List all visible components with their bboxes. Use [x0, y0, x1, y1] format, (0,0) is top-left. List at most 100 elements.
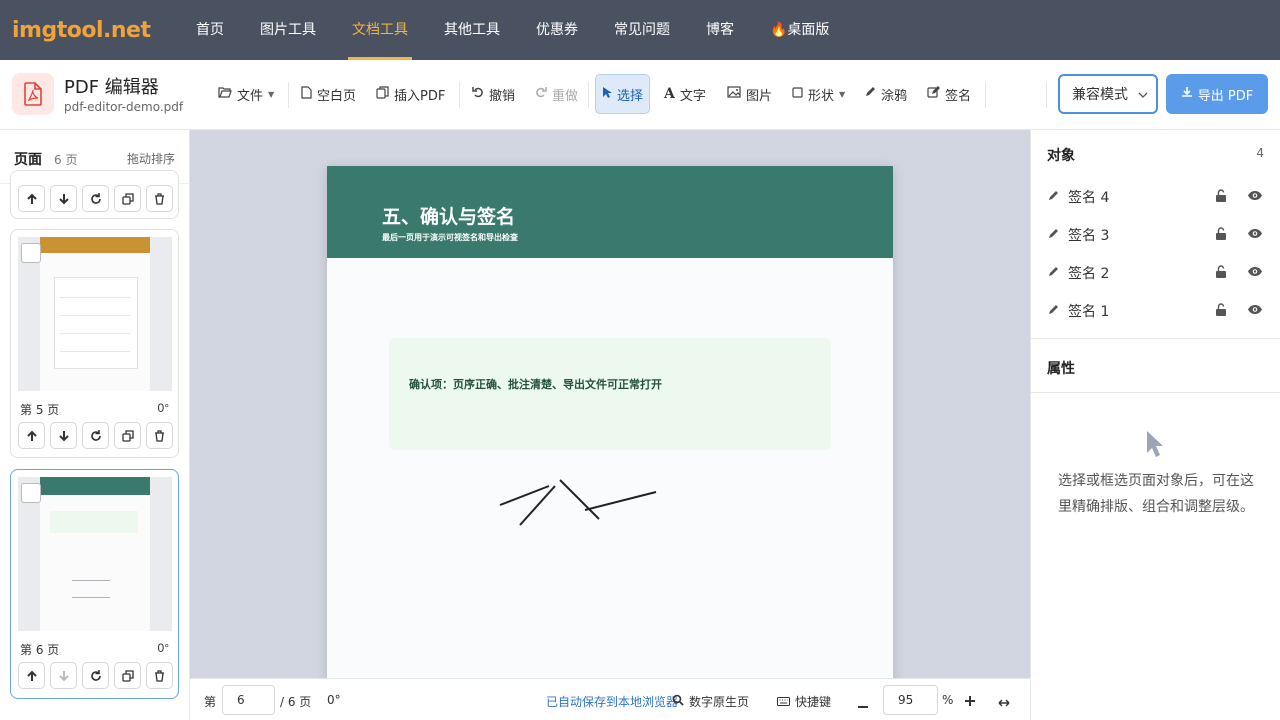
- page-card-actions: [18, 422, 173, 449]
- image-tool-button[interactable]: 图片: [721, 74, 778, 114]
- page-total: / 6 页: [280, 695, 312, 709]
- object-row[interactable]: 签名 1: [1047, 297, 1267, 325]
- text-tool-button[interactable]: A 文字: [658, 74, 712, 114]
- move-up-button[interactable]: [18, 185, 45, 212]
- nav-item-blog[interactable]: 博客: [688, 0, 752, 60]
- nav-item-doc-tools[interactable]: 文档工具: [334, 0, 426, 60]
- draw-tool-button[interactable]: 涂鸦: [858, 74, 913, 114]
- arrow-up-icon: [26, 670, 37, 681]
- shape-tool-button[interactable]: 形状 ▼: [786, 74, 851, 114]
- page-select-checkbox[interactable]: [21, 483, 41, 503]
- confirm-box: 确认项：页序正确、批注清楚、导出文件可正常打开: [389, 338, 831, 450]
- cursor-arrow-icon: [1145, 430, 1165, 462]
- move-down-button[interactable]: [50, 662, 77, 689]
- pointer-icon: [602, 86, 612, 103]
- zoom-unit: %: [942, 693, 954, 707]
- pages-title: 页面: [14, 152, 42, 168]
- pages-count: 6 页: [54, 153, 78, 167]
- blank-page-button[interactable]: 空白页: [295, 74, 362, 114]
- object-row[interactable]: 签名 3: [1047, 221, 1267, 249]
- toolbar-divider: [288, 82, 289, 108]
- object-row[interactable]: 签名 4: [1047, 183, 1267, 211]
- insert-pdf-button[interactable]: 插入PDF: [370, 74, 451, 114]
- page-number-input[interactable]: 6: [222, 685, 275, 715]
- native-page-label[interactable]: 数字原生页: [689, 693, 749, 710]
- props-empty-hint: 选择或框选页面对象后，可在这里精确排版、组合和调整层级。: [1058, 473, 1254, 515]
- toolbar-divider: [1046, 82, 1047, 108]
- move-down-button[interactable]: [50, 185, 77, 212]
- object-name: 签名 2: [1068, 266, 1110, 282]
- delete-button[interactable]: [146, 422, 173, 449]
- toolbar-divider: [459, 82, 460, 108]
- unlock-icon[interactable]: [1215, 265, 1227, 282]
- shortcuts-button[interactable]: 快捷键: [795, 693, 831, 710]
- compat-mode-select[interactable]: 兼容模式: [1058, 74, 1158, 114]
- move-down-button[interactable]: [50, 422, 77, 449]
- object-row[interactable]: 签名 2: [1047, 259, 1267, 287]
- page-label: 第 6 页: [20, 643, 60, 657]
- keyboard-icon: [777, 695, 790, 709]
- page-card-6[interactable]: 第 6 页 0°: [10, 469, 179, 699]
- rotate-button[interactable]: [82, 662, 109, 689]
- arrow-down-icon: [58, 193, 69, 204]
- move-up-button[interactable]: [18, 422, 45, 449]
- nav-item-desktop[interactable]: 🔥桌面版: [752, 0, 847, 60]
- drag-sort-hint: 拖动排序: [126, 152, 175, 166]
- rotate-button[interactable]: [82, 422, 109, 449]
- page-select-checkbox[interactable]: [21, 243, 41, 263]
- blank-page-label: 空白页: [317, 88, 357, 104]
- site-logo[interactable]: imgtool.net: [12, 18, 178, 43]
- shape-tool-label: 形状: [808, 88, 835, 104]
- toolbar-divider: [985, 82, 986, 108]
- rotate-button[interactable]: [82, 185, 109, 212]
- export-pdf-button[interactable]: 导出 PDF: [1166, 74, 1268, 114]
- props-title: 属性: [1047, 361, 1075, 377]
- zoom-in-button[interactable]: [965, 695, 975, 709]
- signature-icon: [927, 86, 940, 102]
- signature-drawing[interactable]: [495, 474, 665, 534]
- undo-button[interactable]: 撤销: [466, 74, 521, 114]
- editor-canvas[interactable]: 五、确认与签名 最后一页用于演示可视签名和导出检查 确认项：页序正确、批注清楚、…: [190, 130, 1030, 678]
- redo-button[interactable]: 重做: [529, 74, 584, 114]
- export-pdf-label: 导出 PDF: [1197, 88, 1254, 104]
- move-up-button[interactable]: [18, 662, 45, 689]
- duplicate-button[interactable]: [114, 422, 141, 449]
- undo-label: 撤销: [489, 88, 516, 104]
- file-menu-button[interactable]: 文件 ▼: [212, 74, 280, 114]
- page-card-actions: [18, 185, 173, 212]
- delete-button[interactable]: [146, 185, 173, 212]
- select-tool-button[interactable]: 选择: [595, 74, 651, 114]
- unlock-icon[interactable]: [1215, 303, 1227, 320]
- delete-button[interactable]: [146, 662, 173, 689]
- nav-item-home[interactable]: 首页: [178, 0, 242, 60]
- duplicate-button[interactable]: [114, 662, 141, 689]
- nav-item-faq[interactable]: 常见问题: [596, 0, 688, 60]
- eye-icon[interactable]: [1247, 266, 1263, 281]
- copy-icon: [121, 429, 134, 442]
- fit-width-button[interactable]: [998, 696, 1010, 710]
- select-tool-label: 选择: [617, 88, 644, 104]
- duplicate-button[interactable]: [114, 185, 141, 212]
- page-card-5[interactable]: 第 5 页 0°: [10, 229, 179, 458]
- eye-icon[interactable]: [1247, 228, 1263, 243]
- file-menu-label: 文件: [237, 88, 264, 104]
- text-icon: A: [664, 86, 675, 102]
- page-card-4[interactable]: [10, 170, 179, 219]
- zoom-input[interactable]: 95: [883, 685, 938, 715]
- nav-item-coupons[interactable]: 优惠券: [518, 0, 596, 60]
- unlock-icon[interactable]: [1215, 189, 1227, 206]
- page-label: 第 5 页: [20, 403, 60, 417]
- rotation-readout: 0°: [327, 693, 341, 707]
- zoom-out-button[interactable]: [858, 698, 868, 712]
- page-prefix: 第: [204, 695, 217, 709]
- unlock-icon[interactable]: [1215, 227, 1227, 244]
- panel-divider: [1031, 338, 1280, 339]
- image-icon: [727, 86, 741, 102]
- sign-tool-button[interactable]: 签名: [921, 74, 977, 114]
- eye-icon[interactable]: [1247, 190, 1263, 205]
- eye-icon[interactable]: [1247, 304, 1263, 319]
- pdf-page[interactable]: 五、确认与签名 最后一页用于演示可视签名和导出检查 确认项：页序正确、批注清楚、…: [327, 166, 893, 678]
- nav-item-image-tools[interactable]: 图片工具: [242, 0, 334, 60]
- nav-item-other-tools[interactable]: 其他工具: [426, 0, 518, 60]
- undo-icon: [472, 86, 484, 102]
